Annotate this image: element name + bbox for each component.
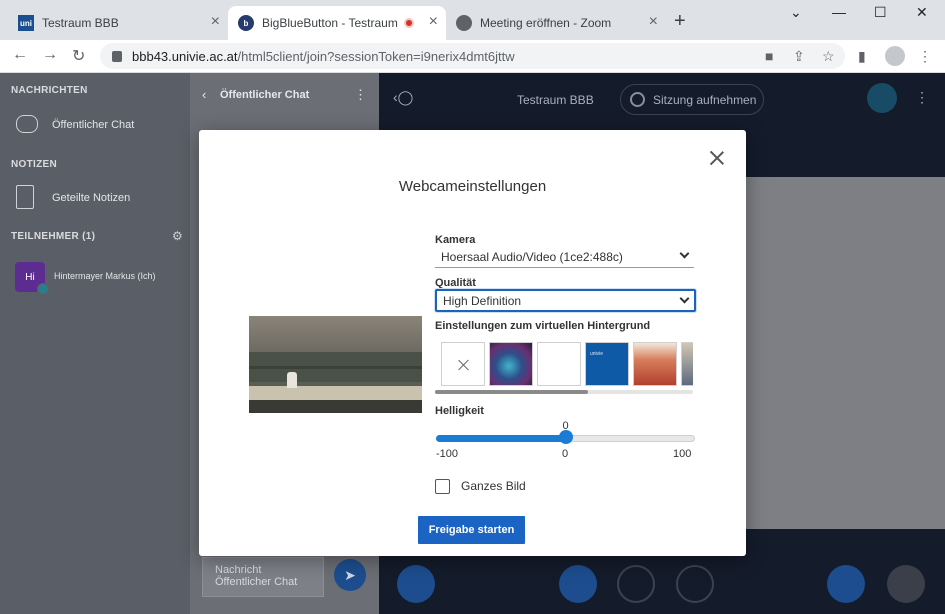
globe-icon [456, 15, 472, 31]
chat-message-input[interactable]: Nachricht Öffentlicher Chat [202, 557, 324, 597]
close-icon[interactable] [707, 148, 727, 168]
brightness-slider-handle[interactable] [558, 430, 573, 444]
univie-icon: uni [18, 15, 34, 31]
notes-icon [16, 185, 34, 209]
whiteboard-area[interactable] [746, 177, 945, 529]
bbb-sidebar: NACHRICHTEN Öffentlicher Chat NOTIZEN Ge… [0, 73, 190, 614]
send-message-button[interactable]: ➤ [334, 559, 366, 591]
close-window-icon[interactable]: ✕ [916, 4, 928, 21]
record-session-button[interactable]: Sitzung aufnehmen [620, 84, 764, 115]
record-icon [630, 92, 645, 107]
dialog-title: Webcameinstellungen [398, 178, 547, 195]
brightness-mid: 0 [562, 448, 569, 460]
options-menu-icon[interactable]: ⋮ [915, 89, 929, 106]
browser-toolbar: ← → ↻ bbb43.univie.ac.at/html5client/joi… [0, 40, 945, 73]
screenshare-button[interactable] [676, 565, 714, 603]
close-tab-icon[interactable]: × [211, 14, 220, 30]
url-host: bbb43.univie.ac.at [132, 48, 238, 64]
participant-name[interactable]: Hintermayer Markus (Ich) [54, 271, 156, 281]
no-background-option[interactable] [441, 342, 485, 386]
profile-avatar[interactable] [885, 46, 905, 66]
side-panel-icon[interactable]: ▮ [858, 48, 866, 65]
record-label: Sitzung aufnehmen [653, 92, 757, 107]
start-sharing-button[interactable]: Freigabe starten [418, 516, 525, 544]
tab-testraum[interactable]: uni Testraum BBB × [8, 6, 228, 40]
tab-bigbluebutton[interactable]: b BigBlueButton - Testraum BB × [228, 6, 446, 40]
quality-select[interactable]: High Definition [435, 289, 696, 312]
actions-button[interactable] [397, 565, 435, 603]
tab-title: Meeting eröffnen - Zoom [480, 16, 612, 30]
virtual-background-list: univie [441, 342, 693, 388]
lecture-hall-background-option[interactable] [633, 342, 677, 386]
chat-title: Öffentlicher Chat [220, 89, 310, 101]
tab-zoom[interactable]: Meeting eröffnen - Zoom × [446, 6, 666, 40]
participants-header: TEILNEHMER (1) [11, 231, 96, 242]
share-icon[interactable]: ⇪ [793, 48, 805, 65]
audio-status-icon [37, 283, 49, 295]
url-path: /html5client/join?sessionToken=i9nerix4d… [237, 48, 515, 64]
close-tab-icon[interactable]: × [649, 14, 658, 30]
microphone-button[interactable] [559, 565, 597, 603]
virtual-background-label: Einstellungen zum virtuellen Hintergrund [435, 320, 651, 332]
recording-indicator-icon [404, 18, 414, 28]
brightness-label: Helligkeit [435, 405, 484, 417]
reload-icon[interactable]: ↻ [72, 46, 85, 66]
full-image-checkbox[interactable] [435, 479, 450, 494]
brightness-max: 100 [673, 448, 692, 460]
univie-background-option[interactable]: univie [585, 342, 629, 386]
camera-select-value: Hoersaal Audio/Video (1ce2:488c) [441, 249, 623, 264]
custom-background-option[interactable] [537, 342, 581, 386]
tab-search-icon[interactable]: ⌄ [790, 4, 802, 21]
background-scrollbar-thumb[interactable] [435, 390, 588, 394]
maximize-icon[interactable]: ☐ [874, 4, 887, 21]
messages-header: NACHRICHTEN [11, 85, 88, 96]
full-image-label: Ganzes Bild [461, 479, 526, 493]
sidebar-item-public-chat[interactable]: Öffentlicher Chat [52, 119, 134, 131]
sidebar-item-shared-notes[interactable]: Geteilte Notizen [52, 192, 130, 204]
webcam-settings-dialog: Webcameinstellungen Kamera Hoersaal Audi… [199, 130, 746, 556]
tab-title: Testraum BBB [42, 16, 119, 30]
raise-hand-button[interactable] [887, 565, 925, 603]
forward-icon[interactable]: → [42, 46, 58, 64]
browser-tabbar: uni Testraum BBB × b BigBlueButton - Tes… [0, 0, 945, 40]
chevron-down-icon [679, 248, 690, 259]
blur-background-option[interactable] [489, 342, 533, 386]
bookmark-star-icon[interactable]: ☆ [822, 48, 835, 65]
menu-icon[interactable]: ⋮ [918, 48, 932, 65]
bbb-icon: b [238, 15, 254, 31]
address-bar[interactable]: bbb43.univie.ac.at/html5client/join?sess… [100, 43, 845, 69]
brightness-min: -100 [436, 448, 459, 460]
tab-title: BigBlueButton - Testraum BB [262, 16, 402, 30]
camera-select[interactable]: Hoersaal Audio/Video (1ce2:488c) [435, 246, 694, 268]
lock-icon [112, 50, 122, 62]
close-tab-icon[interactable]: × [429, 14, 438, 30]
back-icon[interactable]: ← [12, 46, 28, 64]
screen: uni Testraum BBB × b BigBlueButton - Tes… [0, 0, 945, 614]
new-tab-button[interactable]: + [674, 10, 686, 33]
chevron-left-icon[interactable]: ‹ [202, 87, 206, 102]
connection-status-button[interactable] [867, 83, 897, 113]
chat-options-icon[interactable]: ⋮ [354, 87, 367, 103]
camera-permission-icon[interactable]: ■ [765, 48, 773, 64]
brightness-slider-fill [436, 435, 566, 442]
presentation-button[interactable] [827, 565, 865, 603]
webcam-preview [249, 316, 422, 413]
webcam-button[interactable] [617, 565, 655, 603]
minimize-icon[interactable]: — [832, 4, 846, 20]
quality-select-value: High Definition [443, 293, 522, 308]
gear-icon[interactable]: ⚙ [172, 229, 183, 243]
user-list-toggle-icon[interactable]: ‹◯ [393, 89, 413, 106]
building-background-option[interactable] [681, 342, 693, 386]
meeting-title: Testraum BBB [517, 93, 594, 107]
camera-label: Kamera [435, 234, 476, 246]
quality-label: Qualität [435, 277, 476, 289]
chat-icon [16, 115, 38, 133]
notes-header: NOTIZEN [11, 159, 57, 170]
chevron-down-icon [679, 293, 690, 304]
